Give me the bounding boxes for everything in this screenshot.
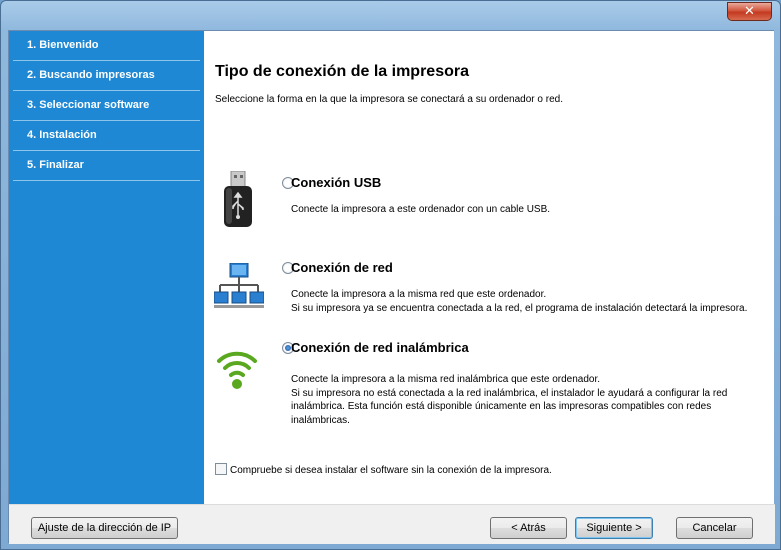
step-buscando-impresoras: 2. Buscando impresoras: [13, 61, 200, 91]
ip-address-button[interactable]: Ajuste de la dirección de IP: [31, 517, 178, 539]
network-description-line-1: Conecte la impresora a la misma red que …: [291, 289, 547, 300]
close-button[interactable]: ✕: [727, 2, 772, 21]
client-area: 1. Bienvenido 2. Buscando impresoras 3. …: [8, 30, 775, 544]
wireless-description: Conecte la impresora a la misma red inal…: [291, 373, 766, 427]
page-subtitle: Seleccione la forma en la que la impreso…: [215, 94, 563, 105]
step-instalacion: 4. Instalación: [13, 121, 200, 151]
cancel-button[interactable]: Cancelar: [676, 517, 753, 539]
wifi-icon: [216, 345, 258, 394]
wireless-description-line-2: Si su impresora no está conectada a la r…: [291, 387, 728, 426]
back-button[interactable]: < Atrás: [490, 517, 567, 539]
network-icon: [213, 262, 265, 314]
main-panel: Tipo de conexión de la impresora Selecci…: [204, 31, 774, 504]
network-description-line-2: Si su impresora ya se encuentra conectad…: [291, 302, 748, 314]
steps-sidebar: 1. Bienvenido 2. Buscando impresoras 3. …: [9, 31, 204, 504]
step-seleccionar-software: 3. Seleccionar software: [13, 91, 200, 121]
install-without-printer-label[interactable]: Compruebe si desea instalar el software …: [230, 465, 552, 476]
wireless-description-line-1: Conecte la impresora a la misma red inal…: [291, 374, 601, 385]
network-description: Conecte la impresora a la misma red que …: [291, 288, 766, 315]
install-without-printer-row[interactable]: Compruebe si desea instalar el software …: [215, 463, 552, 476]
usb-icon: [220, 170, 256, 232]
step-finalizar: 5. Finalizar: [13, 151, 200, 181]
page-title: Tipo de conexión de la impresora: [215, 63, 469, 80]
close-icon: ✕: [744, 4, 755, 19]
title-bar[interactable]: ✕: [1, 1, 780, 29]
installer-window: ✕ 1. Bienvenido 2. Buscando impresoras 3…: [0, 0, 781, 550]
network-title[interactable]: Conexión de red: [291, 260, 393, 275]
button-bar: Ajuste de la dirección de IP < Atrás Sig…: [9, 504, 775, 544]
step-bienvenido: 1. Bienvenido: [13, 31, 200, 61]
usb-description: Conecte la impresora a este ordenador co…: [291, 204, 551, 215]
install-without-printer-checkbox[interactable]: [215, 463, 227, 475]
next-button[interactable]: Siguiente >: [575, 517, 653, 539]
wireless-title[interactable]: Conexión de red inalámbrica: [291, 340, 469, 355]
usb-title[interactable]: Conexión USB: [291, 175, 381, 190]
